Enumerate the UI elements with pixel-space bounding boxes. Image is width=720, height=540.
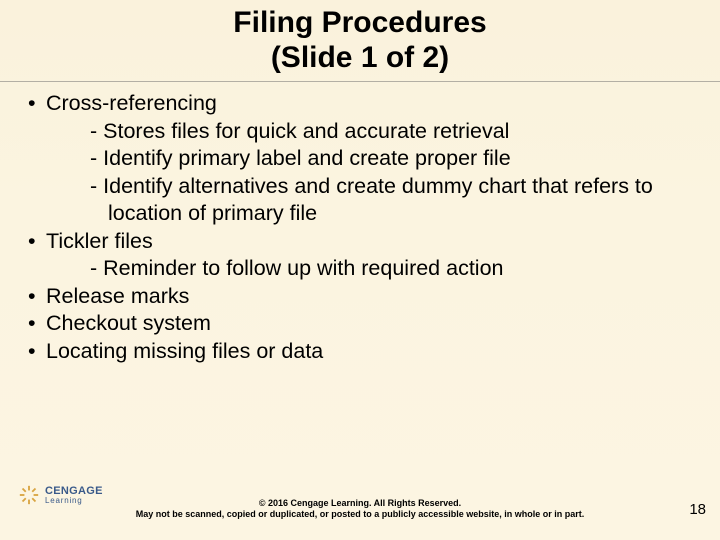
bullet-label: Checkout system bbox=[46, 311, 211, 335]
sub-item: Identify alternatives and create dummy c… bbox=[90, 173, 692, 228]
slide: Filing Procedures (Slide 1 of 2) Cross-r… bbox=[0, 0, 720, 540]
logo-text: CENGAGE Learning bbox=[45, 486, 103, 505]
title-divider bbox=[0, 81, 720, 82]
footer: CENGAGE Learning © 2016 Cengage Learning… bbox=[0, 498, 720, 521]
bullet-label: Tickler files bbox=[46, 229, 153, 253]
sub-list: Stores files for quick and accurate retr… bbox=[46, 118, 692, 228]
slide-number: 18 bbox=[689, 501, 706, 518]
logo-icon bbox=[18, 484, 40, 506]
bullet-item: Release marks bbox=[28, 283, 692, 311]
copyright-line: © 2016 Cengage Learning. All Rights Rese… bbox=[100, 498, 620, 509]
logo-brand: CENGAGE bbox=[45, 486, 103, 497]
logo-sub: Learning bbox=[45, 497, 103, 505]
body-content: Cross-referencing Stores files for quick… bbox=[0, 82, 720, 365]
bullet-item: Checkout system bbox=[28, 310, 692, 338]
bullet-item: Tickler files Reminder to follow up with… bbox=[28, 228, 692, 283]
bullet-list: Cross-referencing Stores files for quick… bbox=[28, 90, 692, 365]
sub-item: Reminder to follow up with required acti… bbox=[90, 255, 692, 283]
cengage-logo: CENGAGE Learning bbox=[18, 484, 103, 506]
sub-list: Reminder to follow up with required acti… bbox=[46, 255, 692, 283]
bullet-item: Cross-referencing Stores files for quick… bbox=[28, 90, 692, 228]
bullet-label: Cross-referencing bbox=[46, 91, 217, 115]
copyright-line: May not be scanned, copied or duplicated… bbox=[100, 509, 620, 520]
bullet-label: Locating missing files or data bbox=[46, 339, 323, 363]
bullet-label: Release marks bbox=[46, 284, 189, 308]
copyright: © 2016 Cengage Learning. All Rights Rese… bbox=[0, 498, 720, 521]
sub-item: Identify primary label and create proper… bbox=[90, 145, 692, 173]
sub-item: Stores files for quick and accurate retr… bbox=[90, 118, 692, 146]
bullet-item: Locating missing files or data bbox=[28, 338, 692, 366]
slide-title: Filing Procedures (Slide 1 of 2) bbox=[0, 0, 720, 75]
